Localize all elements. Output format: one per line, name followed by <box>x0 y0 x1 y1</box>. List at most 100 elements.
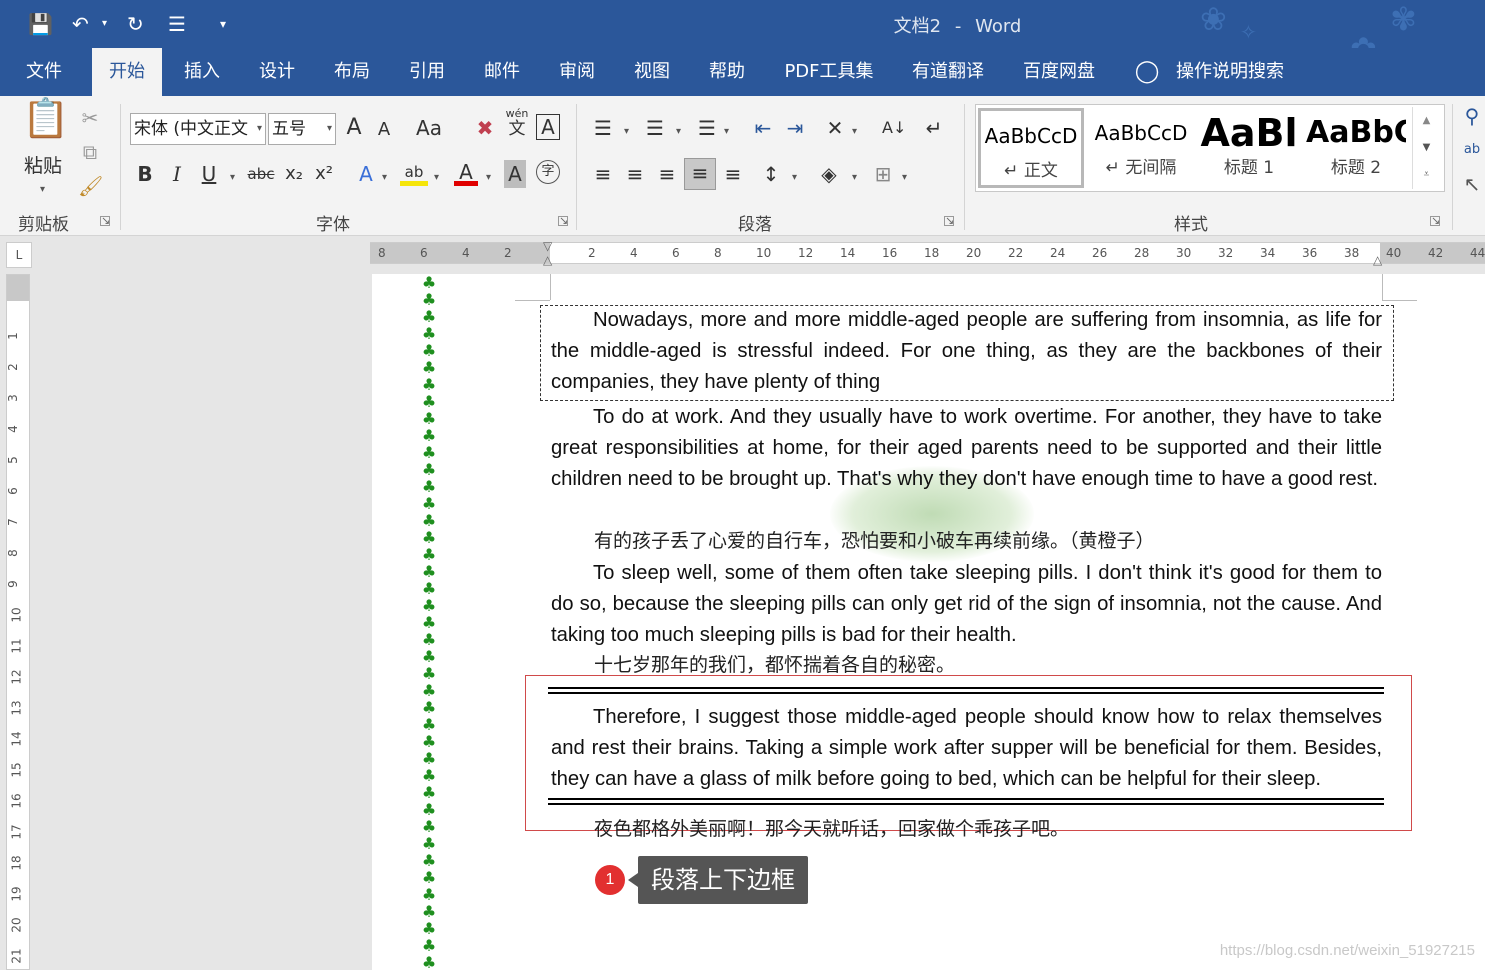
paragraph-2[interactable]: To do at work. And they usually have to … <box>551 402 1382 495</box>
ruler-tick-label: 38 <box>1344 246 1360 260</box>
style-normal[interactable]: AaBbCcD ↵ 正文 <box>978 108 1084 188</box>
italic-button[interactable]: I <box>166 160 188 188</box>
underline-dropdown-icon[interactable]: ▾ <box>230 172 235 183</box>
gallery-up-icon[interactable]: ▲ <box>1413 107 1440 134</box>
multilevel-list-icon[interactable]: ☰ <box>694 114 720 142</box>
show-marks-icon[interactable]: ↵ <box>922 114 946 142</box>
character-shading-button[interactable]: A <box>504 160 526 188</box>
paste-button[interactable]: 粘贴 <box>20 152 66 180</box>
justify-icon[interactable]: ≡ <box>684 158 716 190</box>
bullets-icon[interactable]: ☰ <box>590 114 616 142</box>
style-no-spacing[interactable]: AaBbCcD ↵ 无间隔 <box>1088 108 1194 188</box>
paragraph-3[interactable]: To sleep well, some of them often take s… <box>551 558 1382 651</box>
chinese-line-1[interactable]: 有的孩子丢了心爱的自行车，恐怕要和小破车再续前缘。（黄橙子） <box>594 526 1155 557</box>
first-line-indent-marker[interactable]: ▽ <box>543 239 552 253</box>
ruler-tick-label: 18 <box>9 855 24 871</box>
text-effects-button[interactable]: A <box>354 160 378 188</box>
phonetic-guide-button[interactable]: wén 文 <box>504 108 530 139</box>
tab-review[interactable]: 审阅 <box>543 48 611 96</box>
tab-youdao-translate[interactable]: 有道翻译 <box>903 48 993 96</box>
paragraph-4[interactable]: Therefore, I suggest those middle-aged p… <box>551 702 1382 795</box>
text-effects-dropdown-icon[interactable]: ▾ <box>382 172 387 183</box>
distributed-icon[interactable]: ≡ <box>720 160 746 188</box>
numbering-dropdown-icon[interactable]: ▾ <box>676 126 681 137</box>
borders-dropdown-icon[interactable]: ▾ <box>902 172 907 183</box>
line-spacing-icon[interactable]: ↕ <box>758 160 784 188</box>
tab-selector-icon[interactable]: L <box>6 242 32 268</box>
tab-file[interactable]: 文件 <box>10 48 78 96</box>
highlight-dropdown-icon[interactable]: ▾ <box>434 172 439 183</box>
shading-dropdown-icon[interactable]: ▾ <box>852 172 857 183</box>
font-launcher-icon[interactable]: ↘ <box>558 215 568 226</box>
enclose-characters-button[interactable]: 字 <box>536 160 560 184</box>
chinese-layout-icon[interactable]: ✕ <box>822 114 848 142</box>
borders-icon[interactable]: ⊞ <box>870 160 896 188</box>
select-icon[interactable]: ↖ <box>1460 170 1484 198</box>
gallery-more-icon[interactable]: ⩡ <box>1413 161 1440 188</box>
paste-icon[interactable]: 📋 <box>22 99 69 150</box>
strikethrough-button[interactable]: abc <box>246 160 276 188</box>
vertical-ruler[interactable]: 1 2 3 4 5 6 7 8 9 10 11 12 13 14 15 16 17 18 19 20 21 <box>6 274 30 970</box>
find-icon[interactable]: ⚲ <box>1460 102 1484 130</box>
change-case-button[interactable]: Aa <box>412 114 446 142</box>
gallery-down-icon[interactable]: ▼ <box>1413 134 1440 161</box>
ruler-tick-label: 26 <box>1092 246 1108 260</box>
copy-icon[interactable]: ⧉ <box>78 138 102 166</box>
increase-indent-icon[interactable]: ⇥ <box>782 114 808 142</box>
tab-design[interactable]: 设计 <box>243 48 311 96</box>
right-indent-marker[interactable]: △ <box>1373 253 1382 267</box>
line-spacing-dropdown-icon[interactable]: ▾ <box>792 172 797 183</box>
paste-dropdown-icon[interactable]: ▾ <box>40 184 45 195</box>
superscript-button[interactable]: x² <box>312 160 336 188</box>
clipboard-launcher-icon[interactable]: ↘ <box>100 215 110 226</box>
replace-icon[interactable]: ab <box>1460 136 1484 164</box>
numbering-icon[interactable]: ☰ <box>642 114 668 142</box>
chinese-layout-dropdown-icon[interactable]: ▾ <box>852 126 857 137</box>
style-heading-1[interactable]: AaBl 标题 1 <box>1196 108 1302 188</box>
tab-help[interactable]: 帮助 <box>693 48 761 96</box>
tab-baidu-netdisk[interactable]: 百度网盘 <box>1014 48 1104 96</box>
horizontal-ruler[interactable]: 8 6 4 2 2 4 6 8 10 12 14 16 18 20 22 24 26 28 30 32 34 36 38 40… <box>370 239 1485 267</box>
format-painter-icon[interactable]: 🖌 <box>78 172 103 200</box>
title-bar: 💾 ↶ ▾ ↻ ☰ ▾ 文档2 - Word <box>0 0 1485 48</box>
font-color-button[interactable]: A <box>454 158 478 186</box>
highlight-button[interactable]: ab <box>400 158 428 186</box>
tab-mailings[interactable]: 邮件 <box>468 48 536 96</box>
chinese-line-3[interactable]: 夜色都格外美丽啊！那今天就听话，回家做个乖孩子吧。 <box>594 814 1069 845</box>
ruler-tick-label: 3 <box>5 394 20 402</box>
sort-icon[interactable]: A↓ <box>882 114 906 142</box>
decrease-indent-icon[interactable]: ⇤ <box>750 114 776 142</box>
styles-launcher-icon[interactable]: ↘ <box>1430 215 1440 226</box>
align-right-icon[interactable]: ≡ <box>654 160 680 188</box>
tell-me-search[interactable]: 操作说明搜索 <box>1170 48 1290 96</box>
font-name-combo[interactable]: 宋体 (中文正文 ▾ <box>130 113 266 145</box>
ribbon: 📋 粘贴 ▾ ✂ ⧉ 🖌 剪贴板 ↘ 宋体 (中文正文 ▾ 五号 ▾ A A Aa … <box>0 96 1485 236</box>
grow-font-button[interactable]: A <box>342 114 366 142</box>
tab-view[interactable]: 视图 <box>618 48 686 96</box>
bullets-dropdown-icon[interactable]: ▾ <box>624 126 629 137</box>
tab-insert[interactable]: 插入 <box>168 48 236 96</box>
clear-formatting-icon[interactable]: ✖ <box>472 114 498 142</box>
cut-icon[interactable]: ✂ <box>78 104 102 132</box>
bold-button[interactable]: B <box>134 160 156 188</box>
tab-layout[interactable]: 布局 <box>318 48 386 96</box>
align-center-icon[interactable]: ≡ <box>622 160 648 188</box>
character-border-button[interactable]: A <box>536 114 560 140</box>
style-heading-2[interactable]: AaBbC 标题 2 <box>1306 108 1406 188</box>
font-color-dropdown-icon[interactable]: ▾ <box>486 172 491 183</box>
ruler-tick-label: 19 <box>9 886 24 902</box>
align-left-icon[interactable]: ≡ <box>590 160 616 188</box>
paragraph-launcher-icon[interactable]: ↘ <box>944 215 954 226</box>
tab-references[interactable]: 引用 <box>393 48 461 96</box>
subscript-button[interactable]: x₂ <box>282 160 306 188</box>
shrink-font-button[interactable]: A <box>372 116 396 144</box>
tab-pdf-tools[interactable]: PDF工具集 <box>775 48 883 96</box>
shading-icon[interactable]: ◈ <box>816 160 842 188</box>
document-page[interactable]: ♣ ♣ ♣ ♣ ♣ ♣ ♣ ♣ ♣ ♣ ♣ ♣ ♣ ♣ ♣ ♣ ♣ ♣ ♣ ♣ … <box>372 274 1485 970</box>
multilevel-list-dropdown-icon[interactable]: ▾ <box>724 126 729 137</box>
tab-home[interactable]: 开始 <box>92 48 162 96</box>
paragraph-1[interactable]: Nowadays, more and more middle-aged peop… <box>551 305 1382 398</box>
font-size-combo[interactable]: 五号 ▾ <box>268 113 336 145</box>
hanging-indent-marker[interactable]: △ <box>543 253 552 267</box>
underline-button[interactable]: U <box>198 160 220 188</box>
